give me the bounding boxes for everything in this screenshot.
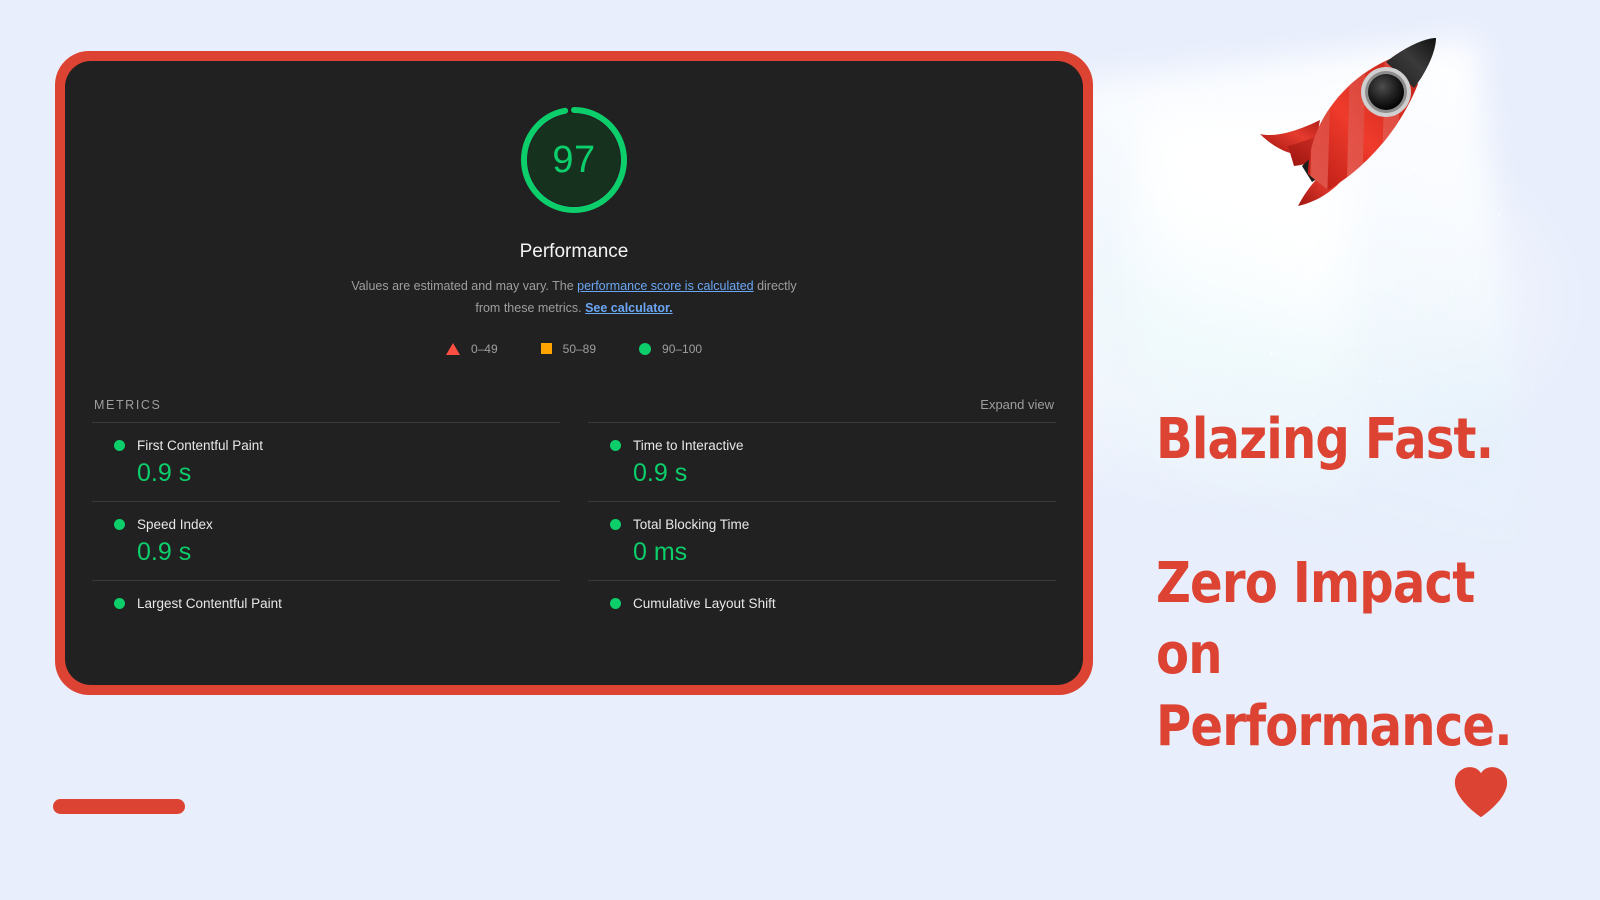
status-dot-icon bbox=[610, 439, 621, 451]
legend-range-pass: 90–100 bbox=[662, 341, 703, 356]
lighthouse-report-body: 97 Performance Values are estimated and … bbox=[65, 61, 1083, 685]
headline-line-3: Performance. bbox=[1156, 694, 1513, 760]
headline-line-1: Blazing Fast. bbox=[1156, 407, 1494, 472]
metric-name: Largest Contentful Paint bbox=[137, 595, 282, 611]
square-icon bbox=[540, 343, 552, 355]
metric-header: Speed Index bbox=[114, 517, 560, 532]
rocket-icon bbox=[1260, 38, 1436, 206]
metric-header: Largest Contentful Paint bbox=[114, 596, 560, 611]
circle-icon bbox=[639, 342, 652, 355]
legend-range-average: 50–89 bbox=[562, 341, 597, 356]
metrics-grid: First Contentful Paint 0.9 s Time to Int… bbox=[92, 421, 1056, 630]
metric-item[interactable]: Cumulative Layout Shift bbox=[588, 579, 1056, 630]
metric-item[interactable]: Largest Contentful Paint bbox=[92, 579, 560, 630]
triangle-icon bbox=[445, 342, 460, 355]
legend-item-fail: 0–49 bbox=[445, 341, 498, 356]
heart-icon bbox=[1454, 767, 1508, 818]
metric-header: Cumulative Layout Shift bbox=[610, 596, 1056, 611]
performance-category-label: Performance bbox=[519, 241, 629, 262]
metric-item[interactable]: Total Blocking Time 0 ms bbox=[588, 500, 1056, 580]
metric-name: Speed Index bbox=[137, 516, 213, 532]
metric-header: Total Blocking Time bbox=[610, 517, 1056, 532]
metrics-header: METRICS Expand view bbox=[92, 397, 1056, 422]
metric-value: 0.9 s bbox=[137, 458, 192, 487]
gauge-description-prefix: Values are estimated and may vary. The bbox=[351, 279, 578, 293]
metric-value: 0.9 s bbox=[137, 537, 192, 566]
metric-item[interactable]: First Contentful Paint 0.9 s bbox=[92, 421, 560, 501]
metric-header: Time to Interactive bbox=[610, 438, 1056, 453]
metric-header: First Contentful Paint bbox=[114, 438, 560, 453]
status-dot-icon bbox=[114, 597, 125, 609]
status-dot-icon bbox=[114, 439, 125, 451]
metric-item[interactable]: Speed Index 0.9 s bbox=[92, 500, 560, 580]
metrics-section-title: METRICS bbox=[94, 397, 162, 412]
performance-gauge[interactable]: 97 bbox=[520, 106, 628, 214]
status-dot-icon bbox=[114, 518, 125, 530]
performance-score-calculated-link[interactable]: performance score is calculated bbox=[577, 279, 753, 293]
metric-name: Total Blocking Time bbox=[633, 516, 750, 532]
metric-name: First Contentful Paint bbox=[137, 437, 264, 453]
score-legend: 0–49 50–89 90–100 bbox=[445, 341, 702, 356]
metrics-section: METRICS Expand view First Contentful Pai… bbox=[65, 397, 1083, 630]
metric-item[interactable]: Time to Interactive 0.9 s bbox=[588, 421, 1056, 501]
performance-gauge-section: 97 Performance Values are estimated and … bbox=[65, 61, 1083, 356]
legend-item-pass: 90–100 bbox=[639, 342, 702, 356]
marketing-headline: Blazing Fast. Zero Impact on Performance… bbox=[1156, 404, 1513, 763]
metric-name: Time to Interactive bbox=[633, 437, 744, 453]
headline-line-2: Zero Impact on bbox=[1156, 550, 1475, 688]
lighthouse-report-card: 97 Performance Values are estimated and … bbox=[55, 51, 1093, 695]
metric-value: 0.9 s bbox=[633, 458, 688, 487]
expand-view-button[interactable]: Expand view bbox=[980, 397, 1054, 412]
decorative-pill-bar bbox=[53, 799, 185, 814]
metric-name: Cumulative Layout Shift bbox=[633, 595, 776, 611]
metric-value: 0 ms bbox=[633, 537, 688, 566]
legend-range-fail: 0–49 bbox=[470, 341, 498, 356]
status-dot-icon bbox=[610, 597, 621, 609]
gauge-description: Values are estimated and may vary. The p… bbox=[339, 276, 809, 320]
performance-score-value: 97 bbox=[552, 138, 596, 181]
see-calculator-link[interactable]: See calculator. bbox=[585, 301, 673, 315]
status-dot-icon bbox=[610, 518, 621, 530]
legend-item-average: 50–89 bbox=[540, 341, 597, 356]
